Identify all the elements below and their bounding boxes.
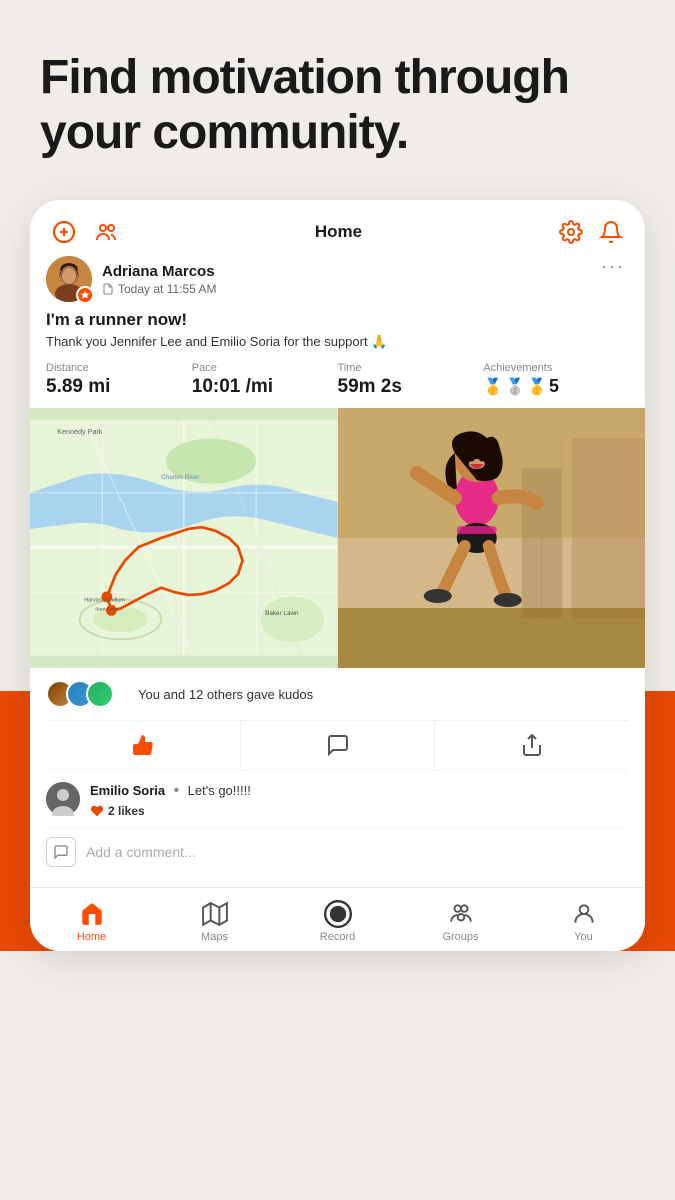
comment-item: Emilio Soria • Let's go!!!!! 2 likes: [46, 782, 629, 818]
achievements-label: Achievements: [483, 362, 629, 374]
achievements-count: 5: [549, 376, 559, 397]
groups-icon: [447, 900, 475, 928]
kudos-avatar-3: [86, 680, 114, 708]
kudos-text: You and 12 others gave kudos: [138, 687, 313, 702]
add-comment-row[interactable]: Add a comment...: [46, 828, 629, 875]
kudos-avatars: [46, 680, 114, 708]
nav-you[interactable]: You: [522, 896, 645, 947]
strava-badge: [76, 286, 94, 304]
bottom-nav: Home Maps R: [30, 887, 645, 951]
distance-label: Distance: [46, 362, 192, 374]
post-container: Adriana Marcos Today at 11:55 AM ··· I'm…: [30, 256, 645, 398]
time-label: Time: [338, 362, 484, 374]
nav-record-label: Record: [320, 931, 355, 943]
stat-time: Time 59m 2s: [338, 362, 484, 398]
header-left-icons: [50, 218, 120, 246]
action-bar: [46, 720, 629, 770]
distance-value: 5.89 mi: [46, 376, 192, 398]
comment-section: Emilio Soria • Let's go!!!!! 2 likes: [30, 782, 645, 887]
comment-likes-count: 2 likes: [108, 804, 145, 818]
nav-maps[interactable]: Maps: [153, 896, 276, 947]
add-activity-button[interactable]: [50, 218, 78, 246]
kudos-row: You and 12 others gave kudos: [46, 680, 629, 708]
svg-text:Start Point: Start Point: [95, 607, 119, 613]
nav-home-label: Home: [77, 931, 106, 943]
stat-pace: Pace 10:01 /mi: [192, 362, 338, 398]
photo-section: [338, 408, 646, 668]
svg-text:Kennedy Park: Kennedy Park: [57, 427, 103, 436]
nav-record[interactable]: Record: [276, 896, 399, 947]
media-split: Kennedy Park Charles River Harvard Stadi…: [30, 408, 645, 668]
comment-button[interactable]: [241, 721, 436, 769]
share-button[interactable]: [435, 721, 629, 769]
pace-value: 10:01 /mi: [192, 376, 338, 398]
pace-label: Pace: [192, 362, 338, 374]
hero-section: Find motivation through your community.: [0, 0, 675, 190]
comment-avatar: [46, 782, 80, 816]
comment-header: Emilio Soria • Let's go!!!!!: [90, 782, 251, 800]
achievements-value: 🥇 🥈 🥇 5: [483, 376, 629, 397]
notifications-button[interactable]: [597, 218, 625, 246]
post-caption-main: I'm a runner now!: [46, 310, 629, 330]
header-right-icons: [557, 218, 625, 246]
home-icon: [78, 900, 106, 928]
map-section[interactable]: Kennedy Park Charles River Harvard Stadi…: [30, 408, 338, 668]
kudos-button[interactable]: [46, 721, 241, 769]
nav-groups-label: Groups: [442, 931, 478, 943]
gold-medal-icon: 🥇: [483, 377, 503, 397]
header-title: Home: [315, 222, 362, 242]
add-comment-placeholder[interactable]: Add a comment...: [86, 844, 196, 860]
record-icon: [324, 900, 352, 928]
hero-title: Find motivation through your community.: [40, 50, 635, 160]
comment-username: Emilio Soria: [90, 783, 165, 798]
comment-text: Let's go!!!!!: [188, 783, 251, 798]
kudos-section: You and 12 others gave kudos: [30, 668, 645, 770]
nav-home[interactable]: Home: [30, 896, 153, 947]
settings-button[interactable]: [557, 218, 585, 246]
svg-text:Harvard Stadium: Harvard Stadium: [84, 598, 125, 604]
nav-groups[interactable]: Groups: [399, 896, 522, 947]
comment-separator: •: [174, 782, 180, 799]
nav-maps-label: Maps: [201, 931, 228, 943]
comment-content: Emilio Soria • Let's go!!!!! 2 likes: [90, 782, 251, 818]
friends-button[interactable]: [92, 218, 120, 246]
stat-achievements: Achievements 🥇 🥈 🥇 5: [483, 362, 629, 398]
svg-text:Baker Lawn: Baker Lawn: [265, 610, 299, 617]
more-options-button[interactable]: ···: [597, 256, 629, 277]
post-header: Adriana Marcos Today at 11:55 AM ···: [46, 256, 629, 302]
post-time: Today at 11:55 AM: [102, 282, 217, 296]
nav-you-label: You: [574, 931, 593, 943]
time-value: 59m 2s: [338, 376, 484, 398]
comment-input-icon: [46, 837, 76, 867]
card-header: Home: [30, 200, 645, 256]
user-meta: Adriana Marcos Today at 11:55 AM: [102, 263, 217, 296]
you-icon: [570, 900, 598, 928]
svg-text:Charles River: Charles River: [161, 475, 199, 482]
bronze-medal-icon: 🥇: [527, 377, 547, 397]
comment-likes: 2 likes: [90, 804, 251, 818]
app-card: Home: [30, 200, 645, 951]
silver-medal-icon: 🥈: [505, 377, 525, 397]
maps-icon: [201, 900, 229, 928]
app-card-wrapper: Home: [0, 200, 675, 951]
post-caption-sub: Thank you Jennifer Lee and Emilio Soria …: [46, 334, 629, 350]
user-name: Adriana Marcos: [102, 263, 217, 280]
stat-distance: Distance 5.89 mi: [46, 362, 192, 398]
stats-row: Distance 5.89 mi Pace 10:01 /mi Time 59m…: [46, 362, 629, 398]
user-avatar-container: [46, 256, 92, 302]
post-user-info: Adriana Marcos Today at 11:55 AM: [46, 256, 217, 302]
